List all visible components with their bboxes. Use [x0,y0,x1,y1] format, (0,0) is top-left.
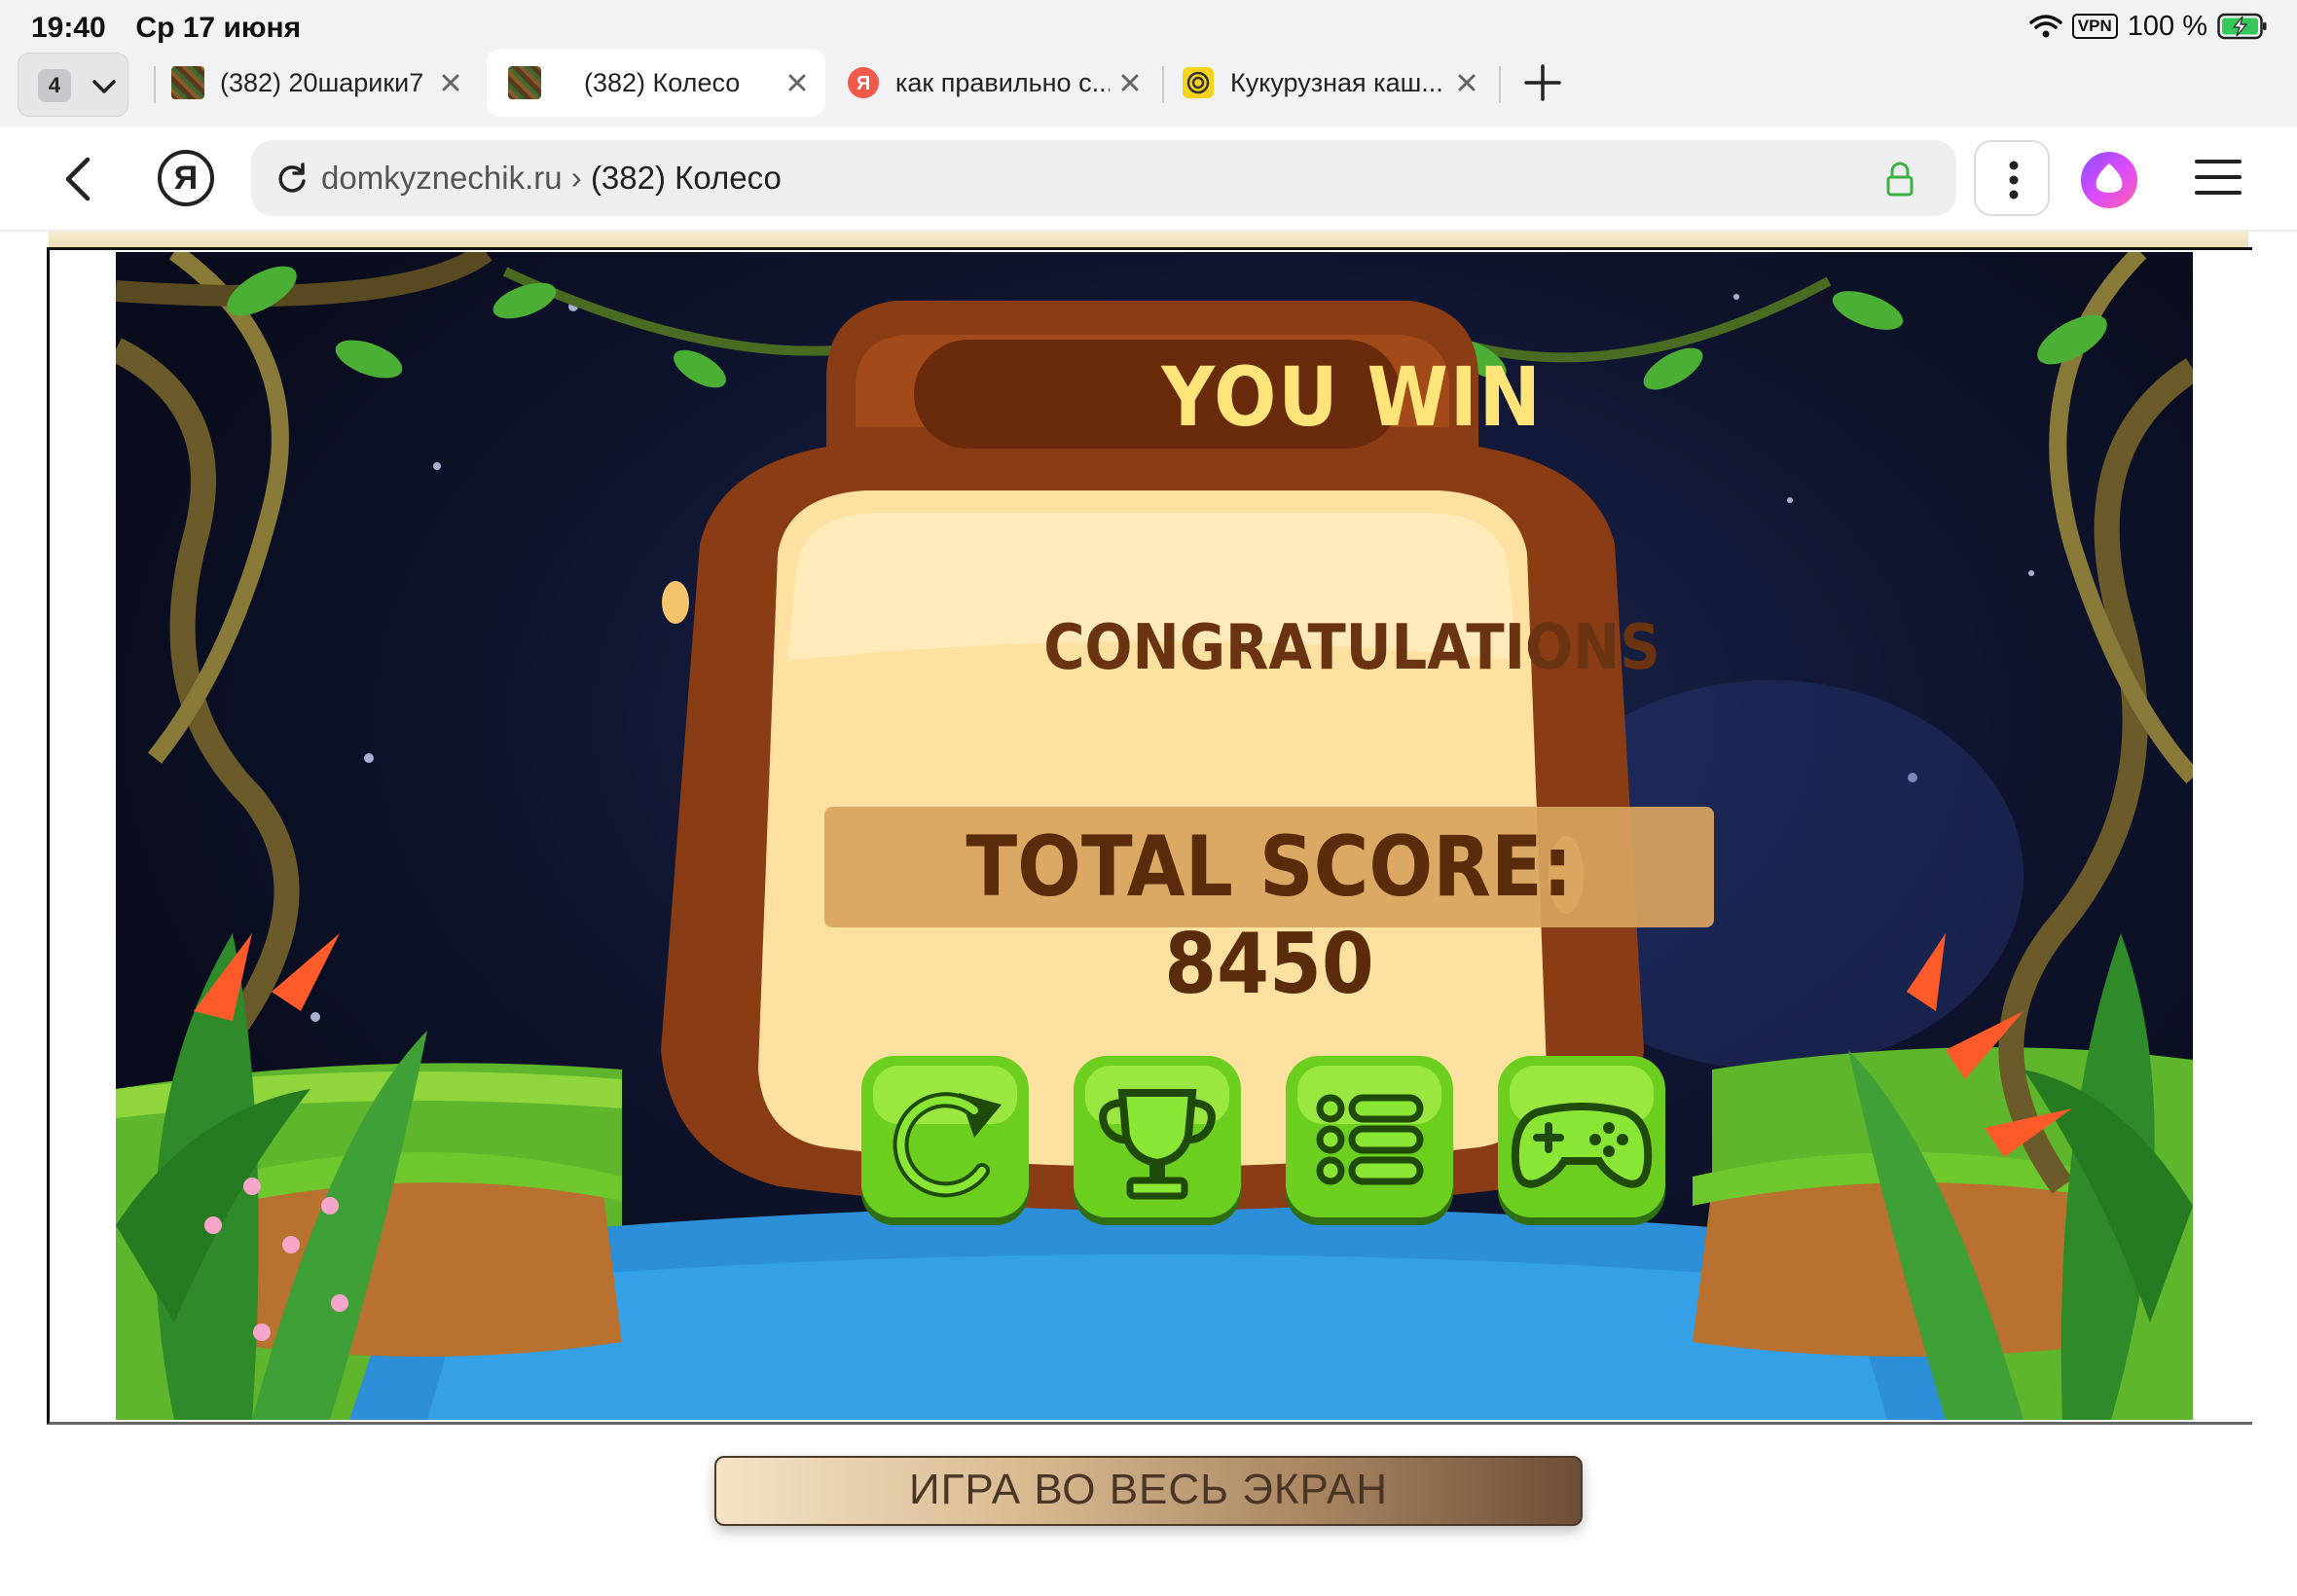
tab-strip: 4 (382) 20шарики7 (382) Колесо Я как пра… [0,49,2297,127]
back-arrow-icon[interactable] [56,154,101,204]
game-canvas[interactable]: YOU WIN CONGRATULATIONS TOTAL SCORE: 845… [116,252,2193,1420]
battery-charging-icon [2217,13,2267,40]
tab-item-active[interactable]: (382) Колесо [487,49,825,117]
wifi-icon [2029,15,2062,38]
gamepad-icon[interactable] [1494,1054,1669,1229]
url-page-title: (382) Колесо [590,160,782,196]
tab-item[interactable]: Я как правильно с... [833,49,1158,117]
fullscreen-game-button[interactable]: ИГРА ВО ВЕСЬ ЭКРАН [714,1456,1583,1526]
tab-count: 4 [38,69,71,102]
yandex-home-button[interactable]: Я [158,150,214,206]
vertical-dots-icon [2009,161,2019,200]
tab-separator [154,66,156,103]
total-score: TOTAL SCORE: 8450 [966,818,1573,1013]
tab-title: (382) 20шарики7 [220,68,424,97]
win-heading: YOU WIN [1161,349,1543,445]
lock-icon[interactable] [1882,160,1917,199]
close-icon[interactable] [1113,66,1147,99]
vpn-badge: VPN [2071,14,2118,39]
congratulations-text: CONGRATULATIONS [1043,612,1660,684]
list-menu-icon[interactable] [1282,1054,1457,1229]
battery-percent: 100 % [2127,10,2207,42]
tab-title: (382) Колесо [584,68,741,97]
close-icon[interactable] [434,66,467,99]
url-separator: › [562,160,591,196]
navigation-bar: Я domkyznechik.ru › (382) Колесо [0,127,2297,232]
status-bar: 19:40 Ср 17 июня VPN 100 % [0,0,2297,49]
trophy-icon[interactable] [1070,1054,1245,1229]
restart-icon[interactable] [857,1054,1033,1229]
new-tab-plus-icon[interactable] [1518,58,1567,107]
tab-switcher-button[interactable]: 4 [18,53,128,117]
close-icon[interactable] [1450,66,1483,99]
tab-separator [1499,66,1501,103]
status-time: 19:40 [31,12,106,44]
url-domain: domkyznechik.ru [321,160,563,196]
status-indicators: VPN 100 % [2029,10,2268,42]
status-date: Ср 17 июня [135,12,302,44]
page-decor-strip [49,232,2248,247]
more-options-button[interactable] [1974,140,2050,216]
site-favicon-icon [171,66,204,99]
site-favicon-icon [508,66,541,99]
yandex-favicon-icon: Я [848,67,879,98]
svg-text:Я: Я [857,73,870,94]
tab-title: Кукурузная каш... [1230,68,1443,97]
tab-item[interactable]: (382) 20шарики7 [158,49,479,117]
tab-title: как правильно с... [895,68,1110,97]
alice-assistant-icon[interactable] [2079,150,2139,210]
tab-item[interactable]: Кукурузная каш... [1168,49,1495,117]
url-text: domkyznechik.ru › (382) Колесо [321,160,782,197]
status-time-date: 19:40 Ср 17 июня [31,12,301,45]
reload-icon[interactable] [273,160,311,199]
hamburger-menu-icon[interactable] [2194,156,2242,199]
tab-separator [1162,66,1164,103]
spiral-favicon-icon [1183,67,1214,98]
address-bar[interactable]: domkyznechik.ru › (382) Колесо [251,140,1956,216]
chevron-down-icon [92,80,116,93]
close-icon[interactable] [781,66,814,99]
game-frame: YOU WIN CONGRATULATIONS TOTAL SCORE: 845… [47,247,2252,1425]
